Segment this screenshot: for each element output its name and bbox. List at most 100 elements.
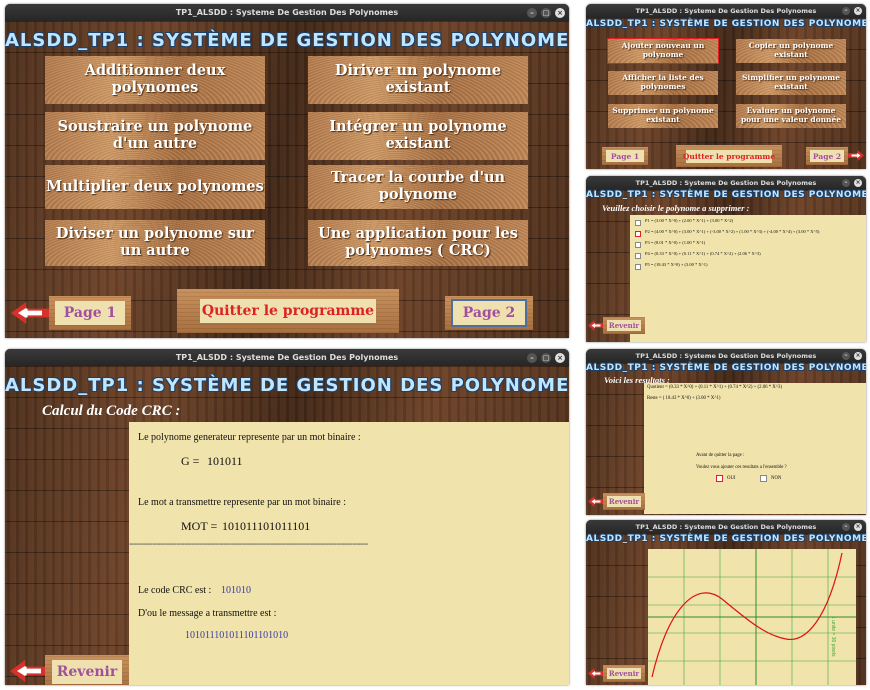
menu-button-add-new[interactable]: Ajouter nouveau un polynome <box>607 38 719 64</box>
menu-button-add[interactable]: Additionner deux polynomes <box>45 56 265 104</box>
left-arrow-icon[interactable] <box>10 660 48 682</box>
titlebar: TP1_ALSDD : Systeme De Gestion Des Polyn… <box>586 4 866 18</box>
quit-button[interactable]: Quitter le programme <box>676 145 782 167</box>
maximize-icon[interactable]: □ <box>541 352 551 363</box>
minimize-icon[interactable]: – <box>527 7 537 18</box>
button-label: Tracer la courbe d'un polynome <box>330 169 506 203</box>
back-button[interactable]: Revenir <box>603 493 645 510</box>
window-title: TP1_ALSDD : Systeme De Gestion Des Polyn… <box>635 523 817 531</box>
crc-label: Le code CRC est : <box>138 585 212 596</box>
titlebar: TP1_ALSDD : Systeme De Gestion Des Polyn… <box>586 176 866 190</box>
oui-checkbox[interactable] <box>716 475 723 482</box>
quit-label: Quitter le programme <box>200 299 376 323</box>
g-value: 101011 <box>207 454 243 468</box>
close-icon[interactable]: × <box>555 352 565 363</box>
page2-label: Page 2 <box>451 299 527 327</box>
left-arrow-icon[interactable] <box>588 496 604 507</box>
window-crc: TP1_ALSDD : Systeme De Gestion Des Polyn… <box>5 349 569 685</box>
menu-button-copy[interactable]: Copier un polynome existant <box>736 39 846 63</box>
page1-label: Page 1 <box>606 150 644 162</box>
menu-button-derive[interactable]: Diriver un polynome existant <box>308 56 528 104</box>
button-label: Une application pour les polynomes ( CRC… <box>318 225 518 259</box>
scale-label: 1 unite = 30 pixels <box>830 616 836 657</box>
page2-button[interactable]: Page 2 <box>445 296 533 330</box>
page1-label: Page 1 <box>55 301 125 325</box>
poly-item-p4: P4 = (0.33 * X^0) + (0.11 * X^1) + (0.74… <box>645 251 761 256</box>
non-label: NON <box>771 476 782 481</box>
menu-button-list[interactable]: Afficher la liste des polynomes <box>608 71 718 95</box>
quit-button[interactable]: Quitter le programme <box>177 289 399 333</box>
menu-button-divide[interactable]: Diviser un polynome sur un autre <box>45 220 265 266</box>
poly-item-p2: P2 = (4.00 * X^0) + (3.00 * X^1) + (-3.0… <box>645 229 820 234</box>
checkbox-p3[interactable] <box>635 242 641 248</box>
non-checkbox[interactable] <box>760 475 767 482</box>
checkbox-p5[interactable] <box>635 264 641 270</box>
button-label: Intégrer un polynome existant <box>329 118 507 152</box>
menu-button-multiply[interactable]: Multiplier deux polynomes <box>45 165 265 209</box>
button-label: Simplifier un polynome existant <box>741 73 841 91</box>
close-icon[interactable]: × <box>555 7 565 18</box>
app-title: ALSDD_TP1 : SYSTÈME DE GESTION DES POLYN… <box>586 363 866 373</box>
app-title: ALSDD_TP1 : SYSTÈME DE GESTION DES POLYN… <box>586 190 866 200</box>
menu-button-evaluate[interactable]: Evaluer un polynome pour une valeur donn… <box>736 104 846 128</box>
maximize-icon[interactable]: □ <box>541 7 551 18</box>
checkbox-p1[interactable] <box>635 220 641 226</box>
mot-label: MOT = <box>181 519 218 533</box>
page2-button[interactable]: Page 2 <box>806 147 848 165</box>
page1-button[interactable]: Page 1 <box>49 296 131 330</box>
minimize-icon[interactable]: – <box>842 523 850 531</box>
crc-panel: Le polynome generateur represente par un… <box>129 422 569 685</box>
menu-button-subtract[interactable]: Soustraire un polynome d'un autre <box>45 112 265 160</box>
checkbox-p2[interactable] <box>635 231 641 237</box>
menu-button-integrate[interactable]: Intégrer un polynome existant <box>308 112 528 160</box>
minimize-icon[interactable]: – <box>842 7 850 15</box>
window-delete-polynomial: TP1_ALSDD : Systeme De Gestion Des Polyn… <box>586 176 866 342</box>
message-word-label: Le mot a transmettre represente par un m… <box>138 497 346 508</box>
back-label: Revenir <box>607 496 641 507</box>
minimize-icon[interactable]: – <box>842 352 850 360</box>
titlebar: TP1_ALSDD : Systeme De Gestion Des Polyn… <box>586 520 866 534</box>
page1-button[interactable]: Page 1 <box>602 147 648 165</box>
left-arrow-icon[interactable] <box>588 320 604 331</box>
back-label: Revenir <box>607 668 641 679</box>
menu-button-plot[interactable]: Tracer la courbe d'un polynome <box>308 165 528 209</box>
separator: ========================================… <box>129 540 368 549</box>
back-button[interactable]: Revenir <box>45 655 129 685</box>
confirm-question-1: Avant de quitter la page : <box>696 453 745 458</box>
transmit-label: D'ou le message a transmettre est : <box>138 608 277 619</box>
polynomial-graph <box>648 549 856 685</box>
button-label: Supprimer un polynome existant <box>612 106 714 124</box>
window-menu-page1: TP1_ALSDD : Systeme De Gestion Des Polyn… <box>5 4 569 338</box>
window-results: TP1_ALSDD : Systeme De Gestion Des Polyn… <box>586 349 866 515</box>
minimize-icon[interactable]: – <box>842 179 850 187</box>
window-title: TP1_ALSDD : Systeme De Gestion Des Polyn… <box>175 353 399 362</box>
close-icon[interactable]: × <box>854 179 862 187</box>
left-arrow-icon[interactable] <box>588 668 604 679</box>
menu-button-simplify[interactable]: Simplifier un polynome existant <box>736 71 846 95</box>
close-icon[interactable]: × <box>854 7 862 15</box>
menu-button-crc[interactable]: Une application pour les polynomes ( CRC… <box>308 220 528 266</box>
close-icon[interactable]: × <box>854 523 862 531</box>
button-label: Soustraire un polynome d'un autre <box>57 118 253 152</box>
app-title: ALSDD_TP1 : SYSTÈME DE GESTION DES POLYN… <box>586 19 866 29</box>
button-label: Ajouter nouveau un polynome <box>621 41 705 59</box>
right-arrow-icon[interactable] <box>848 150 864 161</box>
confirm-question-2: Voulez vous ajouter ces resultats a l'en… <box>696 465 787 470</box>
button-label: Diviser un polynome sur un autre <box>55 225 255 259</box>
close-icon[interactable]: × <box>854 352 862 360</box>
crc-heading: Calcul du Code CRC : <box>42 403 181 419</box>
minimize-icon[interactable]: – <box>527 352 537 363</box>
app-title: ALSDD_TP1 : SYSTÈME DE GESTION DES POLYN… <box>586 534 866 544</box>
left-arrow-icon[interactable] <box>11 302 49 324</box>
generator-label: Le polynome generateur represente par un… <box>138 432 361 443</box>
back-button[interactable]: Revenir <box>603 665 645 682</box>
button-label: Evaluer un polynome pour une valeur donn… <box>740 106 842 124</box>
button-label: Diriver un polynome existant <box>334 62 502 96</box>
back-button[interactable]: Revenir <box>603 317 645 334</box>
g-label: G = <box>181 454 200 468</box>
menu-button-delete[interactable]: Supprimer un polynome existant <box>608 104 718 128</box>
page2-label: Page 2 <box>810 150 844 162</box>
transmit-message: 101011101011101101010 <box>185 630 289 641</box>
app-title: ALSDD_TP1 : SYSTÈME DE GESTION DES POLYN… <box>5 30 569 51</box>
checkbox-p4[interactable] <box>635 253 641 259</box>
